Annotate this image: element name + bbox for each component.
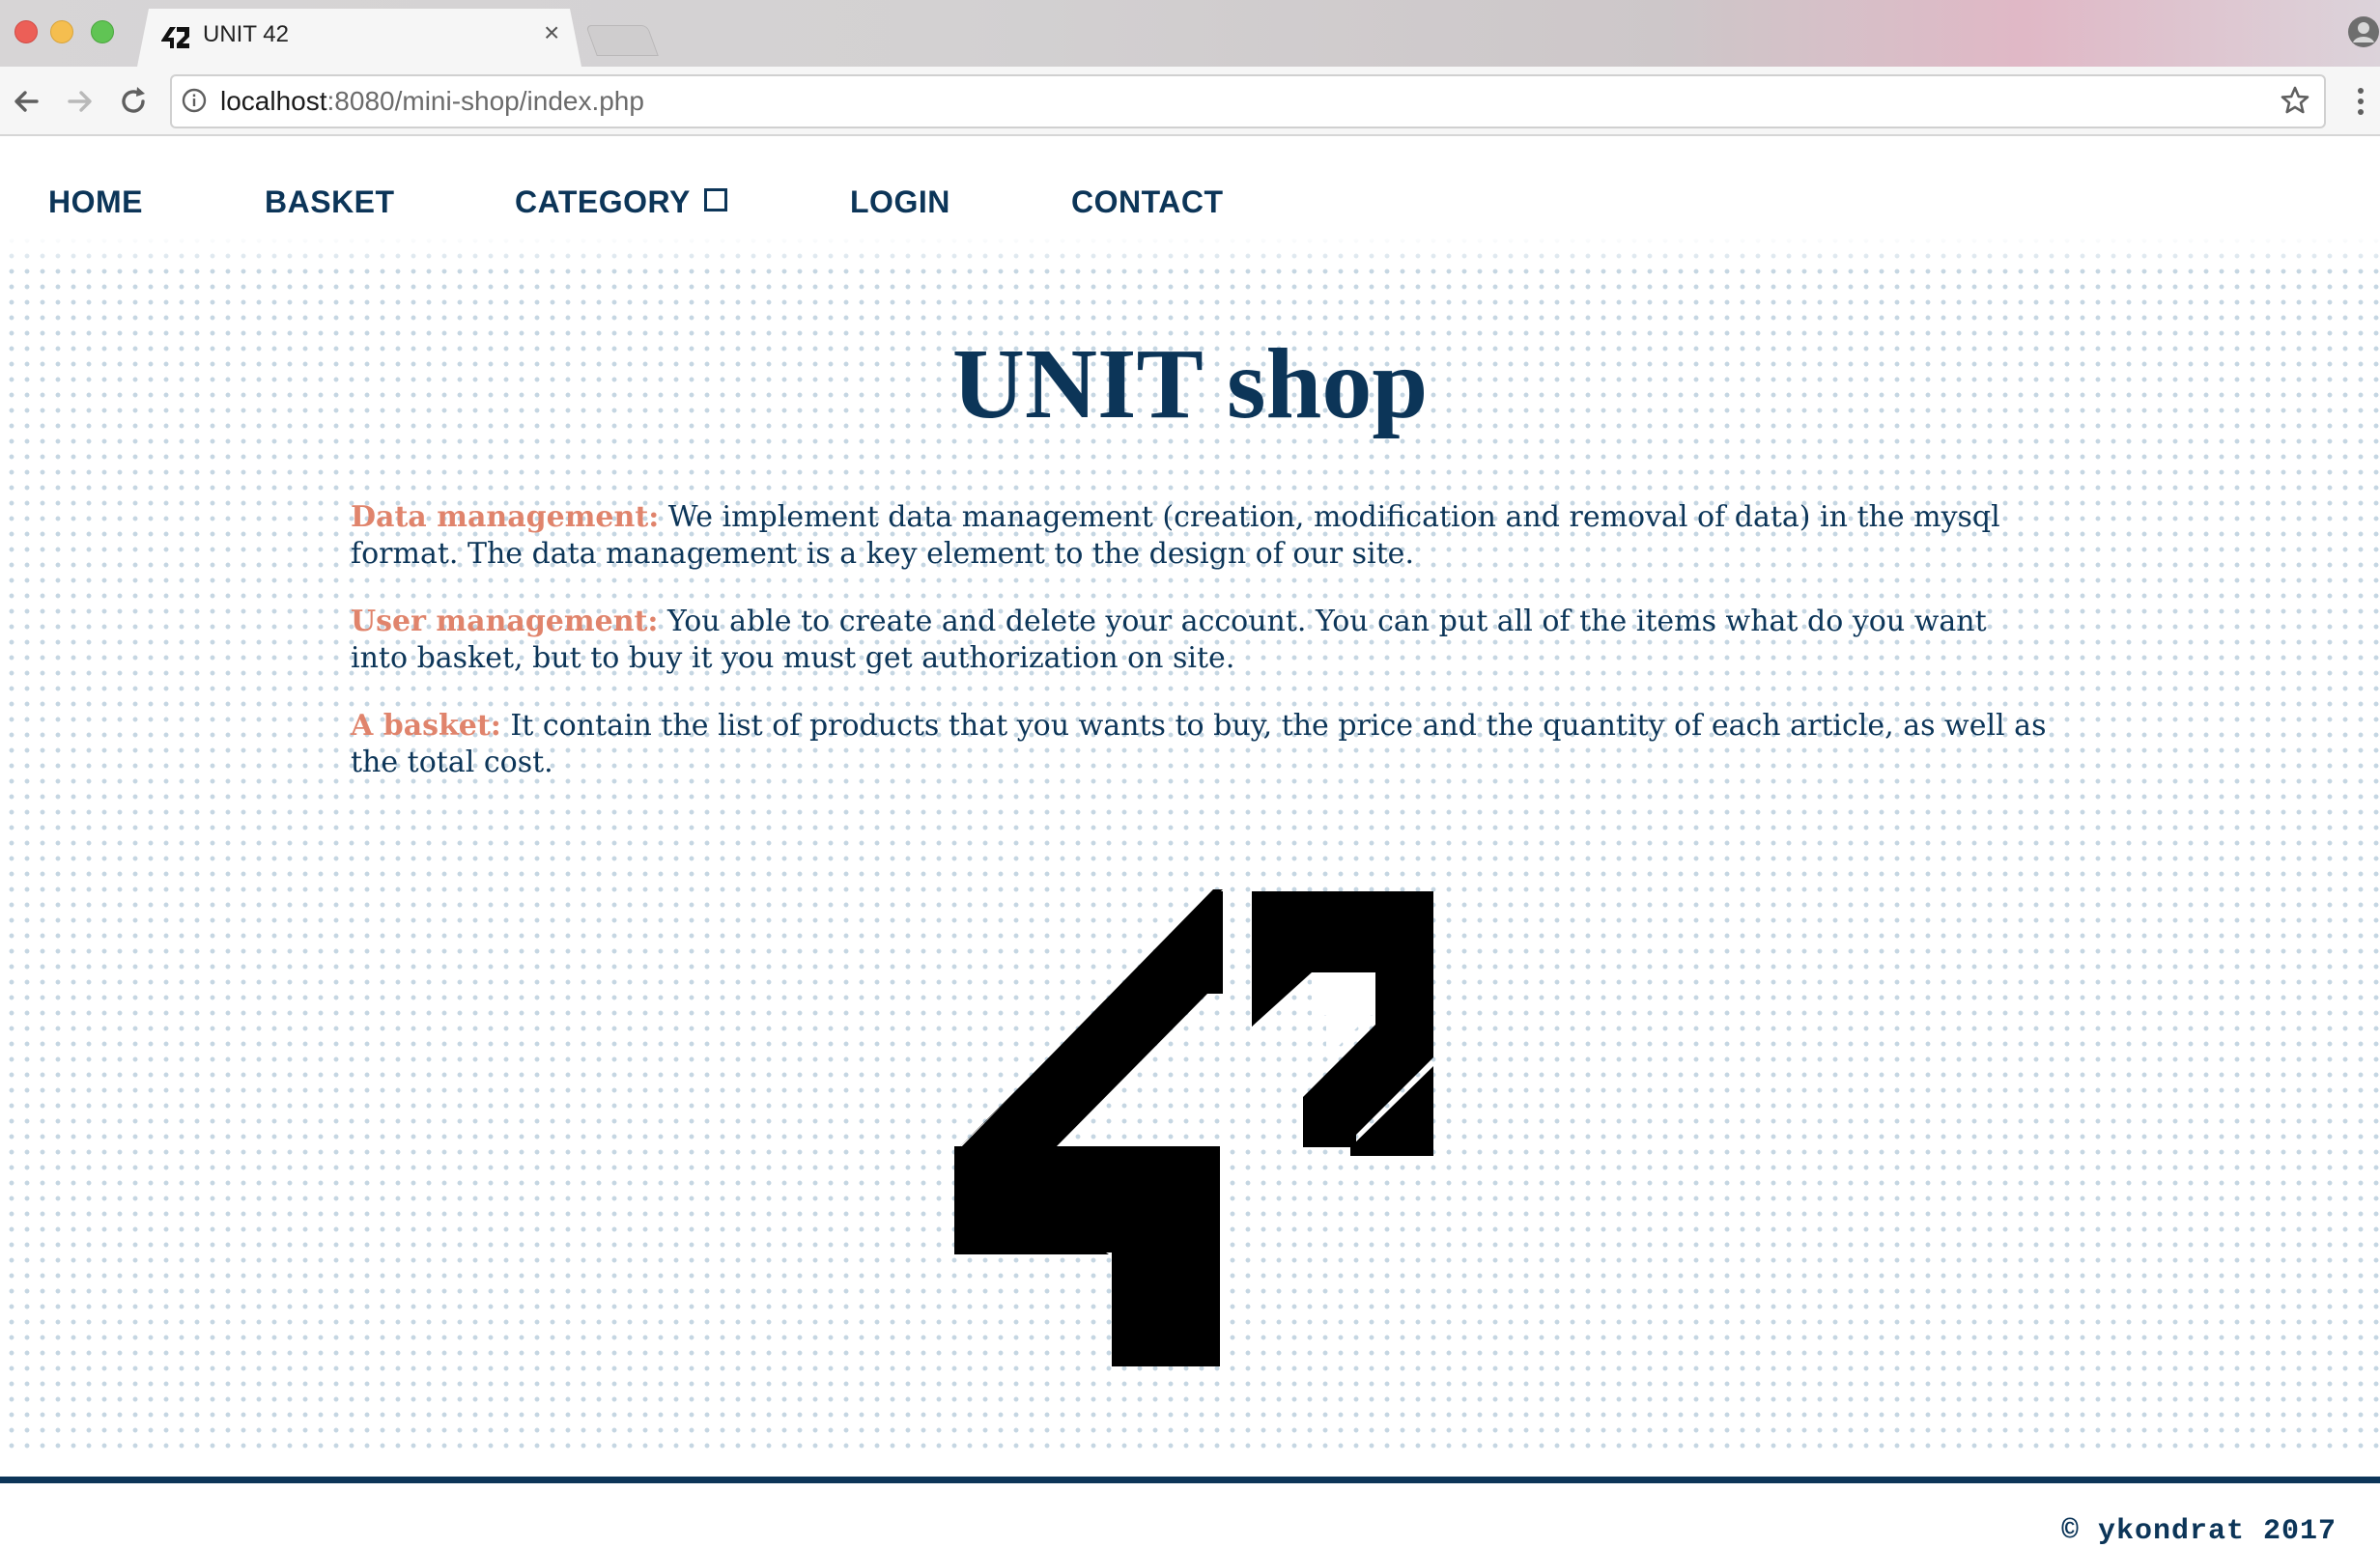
close-window-button[interactable]: [14, 20, 38, 43]
feature-label: A basket:: [351, 709, 501, 743]
feature-user-management: User management: You able to create and …: [351, 604, 2051, 677]
minimize-window-button[interactable]: [50, 20, 73, 43]
footer-divider: [0, 1477, 2380, 1483]
nav-home-link[interactable]: HOME: [48, 184, 143, 220]
feature-descriptions: Data management: We implement data manag…: [351, 499, 2051, 812]
unit42-logo: [954, 889, 1433, 1366]
unit42-favicon-icon: [161, 27, 189, 48]
profile-icon[interactable]: [2347, 15, 2380, 48]
url-path: :8080/mini-shop/index.php: [326, 86, 644, 116]
feature-label: User management:: [351, 605, 659, 638]
browser-menu-icon[interactable]: [2351, 85, 2370, 118]
reload-icon[interactable]: [114, 82, 153, 121]
new-tab-button[interactable]: [585, 25, 659, 56]
browser-title-bar: UNIT 42 ×: [0, 0, 2380, 67]
nav-category-label: CATEGORY: [515, 184, 691, 219]
back-arrow-icon[interactable]: [8, 82, 46, 121]
feature-text: It contain the list of products that you…: [351, 709, 2047, 779]
tab-close-icon[interactable]: ×: [544, 19, 559, 46]
url-host: localhost: [220, 86, 327, 116]
dropdown-box-icon: [703, 188, 727, 211]
site-navigation: HOME BASKET CATEGORY LOGIN CONTACT: [0, 136, 2380, 271]
nav-login-link[interactable]: LOGIN: [850, 184, 950, 220]
footer-copyright: © ykondrat 2017: [2060, 1515, 2337, 1548]
forward-arrow-icon[interactable]: [60, 82, 99, 121]
page-title: UNIT shop: [951, 328, 1429, 439]
tab-title: UNIT 42: [203, 21, 289, 47]
feature-label: Data management:: [351, 500, 660, 534]
bookmark-star-icon[interactable]: [2280, 85, 2310, 116]
page-body: HOME BASKET CATEGORY LOGIN CONTACT UNIT …: [0, 136, 2380, 1548]
feature-basket: A basket: It contain the list of product…: [351, 708, 2051, 781]
maximize-window-button[interactable]: [91, 20, 114, 43]
nav-contact-link[interactable]: CONTACT: [1071, 184, 1224, 220]
url-text[interactable]: localhost:8080/mini-shop/index.php: [220, 86, 644, 117]
nav-category-dropdown[interactable]: CATEGORY: [515, 184, 727, 220]
nav-basket-link[interactable]: BASKET: [265, 184, 395, 220]
site-info-icon[interactable]: [182, 88, 207, 113]
feature-data-management: Data management: We implement data manag…: [351, 499, 2051, 573]
